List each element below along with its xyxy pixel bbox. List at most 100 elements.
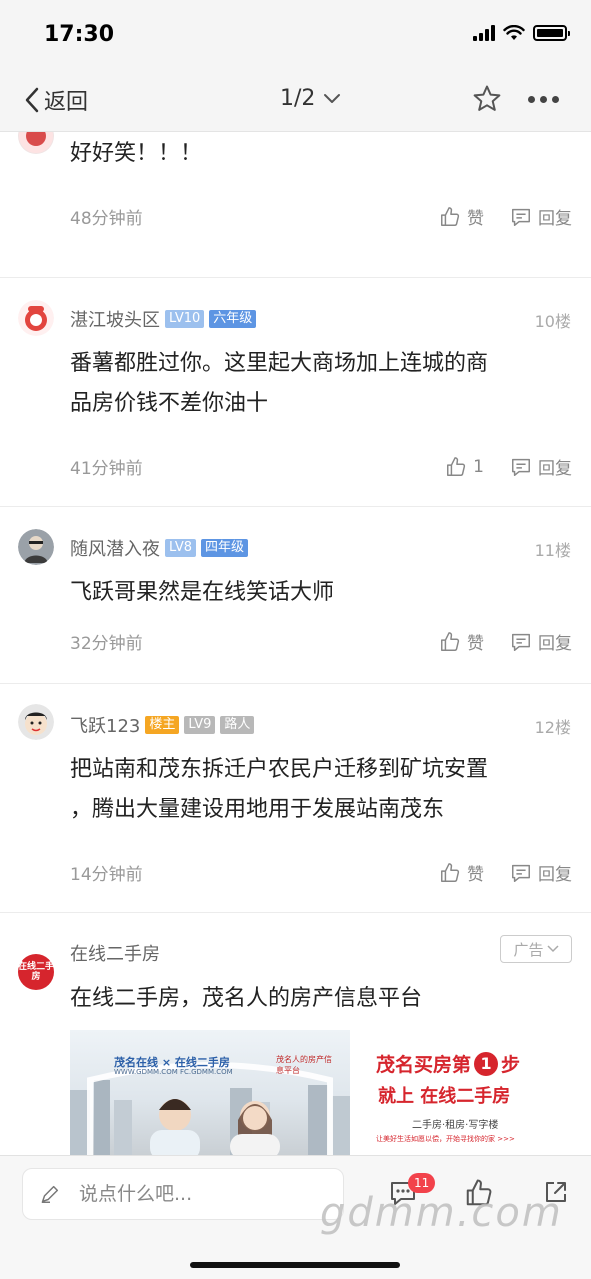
like-label: 赞 xyxy=(467,209,484,229)
star-icon xyxy=(473,85,501,111)
comment-text: 飞跃哥果然是在线笑话大师 xyxy=(70,580,335,605)
more-dot-icon xyxy=(528,96,535,103)
grade-badge: 四年级 xyxy=(200,539,248,557)
nav-bar: 返回 1/2 xyxy=(0,70,591,132)
comment-item: 飞跃123 楼主 LV9 路人 12楼 把站南和茂东拆迁户农民户迁移到矿坑安置 … xyxy=(0,684,591,913)
user-row: 飞跃123 楼主 LV9 路人 xyxy=(70,712,255,738)
comment-list: 好好笑！！！ 48分钟前 赞 回复 湛江坡头区 LV10 六年级 10楼 番薯都… xyxy=(0,132,591,1155)
home-indicator[interactable] xyxy=(190,1262,400,1268)
comment-text-line: ，腾出大量建设用地用于发展站南茂东 xyxy=(70,797,445,822)
wifi-icon xyxy=(503,25,525,40)
ad-banner-site: WWW.GDMM.COM FC.GDMM.COM xyxy=(114,1068,233,1076)
like-button[interactable]: 赞 xyxy=(439,629,484,654)
favorite-button[interactable] xyxy=(472,84,502,118)
comment-text: 把站南和茂东拆迁户农民户迁移到矿坑安置 ，腾出大量建设用地用于发展站南茂东 xyxy=(70,750,560,830)
ad-slogan-line2: 就上 在线二手房 xyxy=(378,1086,511,1107)
comment-text: 番薯都胜过你。这里起大商场加上连城的商 品房价钱不差你油十 xyxy=(70,344,560,424)
ad-slogan-number: 1 xyxy=(474,1051,499,1076)
comment-icon xyxy=(512,458,530,476)
reply-button[interactable]: 回复 xyxy=(510,629,572,654)
reply-label: 回复 xyxy=(538,209,572,229)
ad-slogan-line1: 茂名买房第 1 步 xyxy=(376,1050,520,1077)
ad-slogan-line3: 二手房·租房·写字楼 xyxy=(412,1120,499,1131)
thumbs-up-icon xyxy=(441,862,460,882)
floor-number: 11楼 xyxy=(534,541,571,560)
avatar[interactable] xyxy=(18,529,54,565)
floor-number: 10楼 xyxy=(534,312,571,331)
page-indicator-label: 1/2 xyxy=(280,86,316,111)
avatar[interactable] xyxy=(18,300,54,336)
level-badge: LV10 xyxy=(165,310,205,328)
like-button[interactable]: 1 xyxy=(445,456,484,478)
floor-number: 12楼 xyxy=(534,718,571,737)
comment-time: 41分钟前 xyxy=(70,459,143,479)
comment-time: 48分钟前 xyxy=(70,209,143,229)
back-button[interactable]: 返回 xyxy=(24,84,88,116)
status-bar: 17:30 xyxy=(0,0,591,70)
more-dot-icon xyxy=(552,96,559,103)
comment-text-line: 番薯都胜过你。这里起大商场加上连城的商 xyxy=(70,351,489,376)
reply-button[interactable]: 回复 xyxy=(510,204,572,229)
bottom-bar: 11 gdmm.com xyxy=(0,1155,591,1279)
more-dot-icon xyxy=(540,96,547,103)
comment-time: 32分钟前 xyxy=(70,634,143,654)
reply-label: 回复 xyxy=(538,634,572,654)
comment-icon xyxy=(512,208,530,226)
pencil-icon xyxy=(41,1185,59,1203)
username[interactable]: 湛江坡头区 xyxy=(70,306,160,332)
status-time: 17:30 xyxy=(44,22,115,47)
comment-meta: 41分钟前 1 回复 xyxy=(70,454,572,480)
host-badge: 楼主 xyxy=(145,716,180,734)
cellular-signal-icon xyxy=(473,25,495,41)
ad-banner-subtitle: 茂名人的房产信息平台 xyxy=(276,1055,332,1075)
grade-badge: 六年级 xyxy=(209,310,257,328)
like-label: 赞 xyxy=(467,865,484,885)
ad-photo: 茂名在线 × 在线二手房 WWW.GDMM.COM FC.GDMM.COM 茂名… xyxy=(70,1030,350,1155)
ad-slogan-text: 茂名买房第 xyxy=(376,1054,472,1076)
back-label: 返回 xyxy=(44,90,89,115)
status-icons xyxy=(473,25,570,41)
username[interactable]: 飞跃123 xyxy=(70,712,140,738)
thumbs-up-icon xyxy=(447,456,466,476)
chevron-left-icon xyxy=(25,87,39,113)
comment-item: 湛江坡头区 LV10 六年级 10楼 番薯都胜过你。这里起大商场加上连城的商 品… xyxy=(0,278,591,507)
avatar[interactable] xyxy=(18,704,54,740)
ad-text[interactable]: 在线二手房，茂名人的房产信息平台 xyxy=(70,980,422,1012)
comment-text-line: 品房价钱不差你油十 xyxy=(70,391,269,416)
battery-icon xyxy=(533,25,570,41)
comment-meta: 48分钟前 赞 回复 xyxy=(70,204,572,229)
comment-text: 好好笑！！！ xyxy=(70,141,203,166)
city-skyline-image xyxy=(70,1062,350,1155)
level-badge: LV8 xyxy=(165,539,196,557)
reply-label: 回复 xyxy=(538,459,572,479)
more-button[interactable] xyxy=(528,96,559,103)
like-button[interactable]: 赞 xyxy=(439,204,484,229)
comment-time: 14分钟前 xyxy=(70,865,143,885)
avatar[interactable] xyxy=(18,132,54,154)
comment-item: 随风潜入夜 LV8 四年级 11楼 飞跃哥果然是在线笑话大师 32分钟前 赞 回… xyxy=(0,507,591,684)
comment-icon xyxy=(512,633,530,651)
reply-button[interactable]: 回复 xyxy=(510,860,572,885)
like-button[interactable]: 赞 xyxy=(439,860,484,885)
chevron-down-icon xyxy=(324,93,341,103)
comment-input[interactable] xyxy=(79,1183,319,1205)
ad-tag-dropdown[interactable]: 广告 xyxy=(500,935,572,963)
page-selector[interactable]: 1/2 xyxy=(280,86,341,111)
user-row: 随风潜入夜 LV8 四年级 xyxy=(70,535,248,561)
chevron-down-icon xyxy=(546,945,559,953)
reply-label: 回复 xyxy=(538,865,572,885)
comment-input-box[interactable] xyxy=(22,1168,344,1220)
ad-slogan-line4: 让美好生活如愿以偿，开始寻找你的家 >>> xyxy=(376,1135,515,1143)
grade-badge: 路人 xyxy=(220,716,255,734)
like-label: 赞 xyxy=(467,634,484,654)
thumbs-up-icon xyxy=(441,206,460,226)
ad-banner[interactable]: 茂名在线 × 在线二手房 WWW.GDMM.COM FC.GDMM.COM 茂名… xyxy=(70,1030,572,1155)
comment-meta: 32分钟前 赞 回复 xyxy=(70,629,572,654)
ad-tag-label: 广告 xyxy=(513,940,544,959)
ad-slogan: 茂名买房第 1 步 就上 在线二手房 二手房·租房·写字楼 让美好生活如愿以偿，… xyxy=(360,1030,572,1155)
ad-avatar[interactable]: 在线二手房 xyxy=(18,954,54,990)
comment-text-line: 把站南和茂东拆迁户农民户迁移到矿坑安置 xyxy=(70,757,489,782)
ad-name[interactable]: 在线二手房 xyxy=(70,940,160,966)
reply-button[interactable]: 回复 xyxy=(510,454,572,479)
username[interactable]: 随风潜入夜 xyxy=(70,535,160,561)
